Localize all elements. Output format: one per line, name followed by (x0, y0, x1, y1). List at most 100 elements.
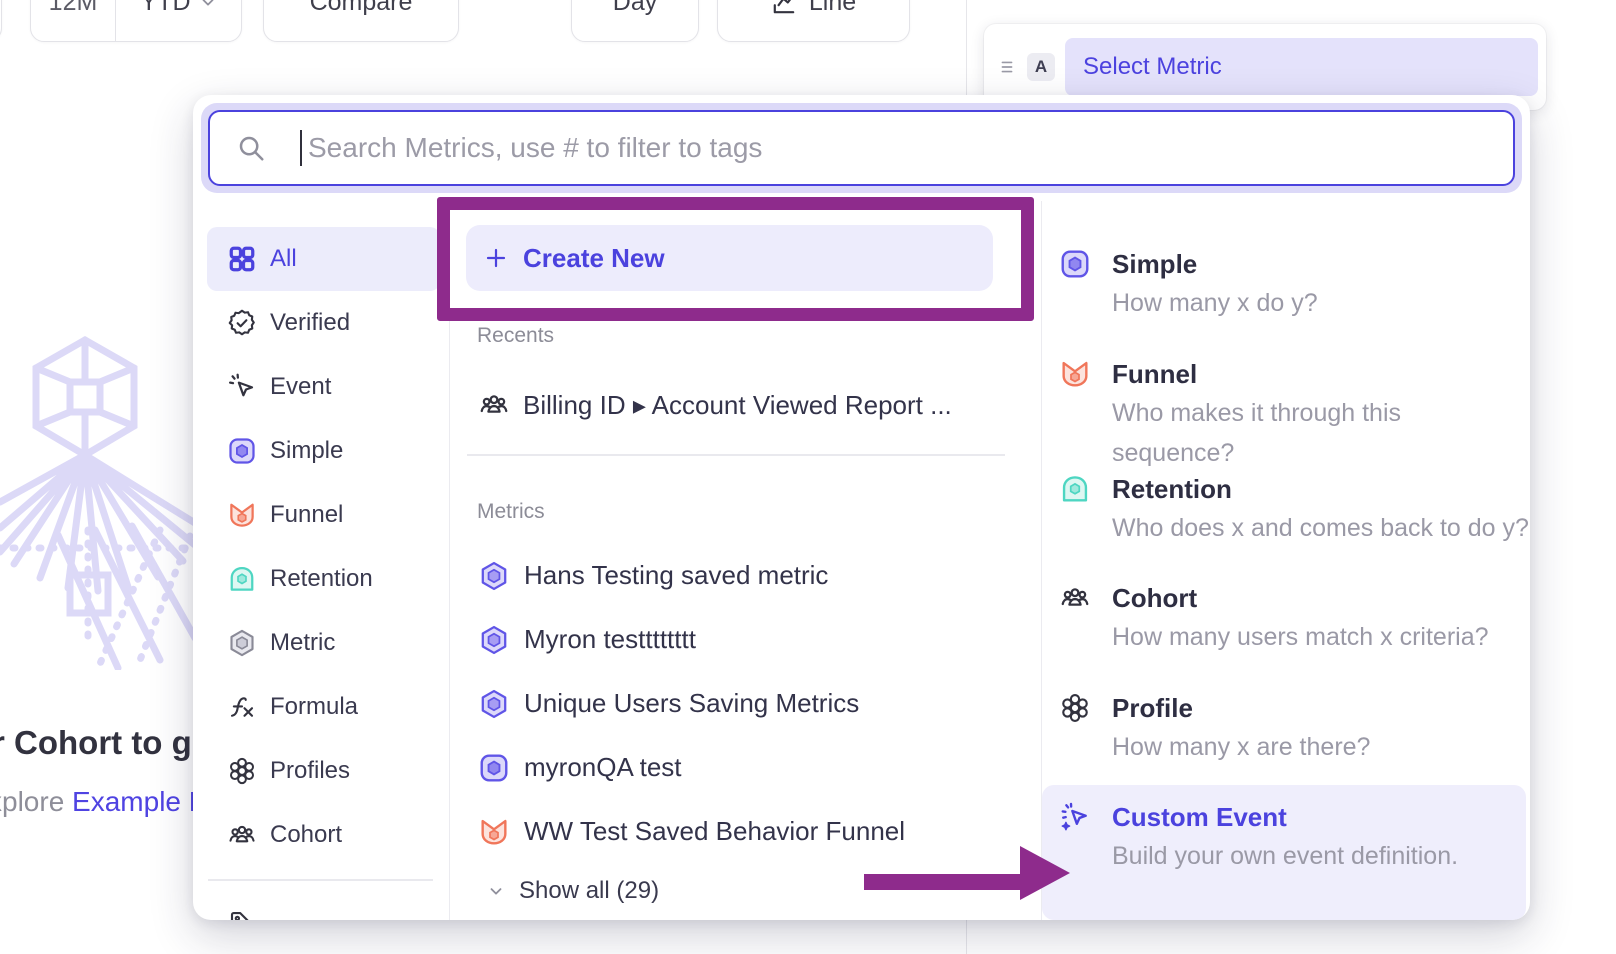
series-badge: A (1027, 53, 1055, 81)
metric-type-text: Retention Who does x and comes back to d… (1112, 470, 1529, 580)
category-label: Retention (270, 565, 373, 593)
recent-item-label: Billing ID ▸ Account Viewed Report ... (523, 390, 952, 421)
recents-section-label: Recents (477, 324, 554, 346)
saved-metric-label: Myron testttttttt (524, 624, 696, 655)
metric-type-title: Cohort (1112, 579, 1489, 617)
saved-metric-label: myronQA test (524, 752, 682, 783)
cohort-icon (1059, 582, 1091, 614)
metric-type-option[interactable]: Simple How many x do y? (1042, 245, 1530, 355)
category-item[interactable]: Formula (193, 675, 449, 739)
line-chart-icon (771, 0, 797, 16)
select-metric-button[interactable]: Select Metric (1065, 38, 1538, 96)
category-label: Profiles (270, 757, 350, 785)
category-item[interactable]: All (207, 227, 440, 291)
decorative-wireframe-graphic (0, 330, 195, 670)
clipped-toolbar-button[interactable] (0, 0, 2, 42)
cohort-icon (227, 820, 257, 850)
saved-metric-item[interactable]: myronQA test (450, 736, 1041, 800)
empty-state-explore-line: xplore Example B (0, 786, 207, 818)
list-divider (467, 454, 1005, 456)
metric-list-column: Create New Recents Billing ID ▸ Account … (450, 201, 1042, 920)
profiles-icon (227, 756, 257, 786)
metric-type-title: Simple (1112, 245, 1318, 283)
metric-type-option[interactable]: Custom Event Build your own event defini… (1042, 785, 1526, 920)
category-label: Simple (270, 437, 343, 465)
date-range-ytd-button[interactable]: YTD (116, 0, 241, 41)
saved-metric-item[interactable]: WW Test Saved Behavior Funnel (450, 800, 1041, 864)
explore-prefix: xplore (0, 786, 72, 817)
simple-icon (478, 752, 510, 784)
simple-icon (227, 436, 257, 466)
saved-metric-item[interactable]: Hans Testing saved metric (450, 544, 1041, 608)
text-cursor (300, 130, 302, 166)
date-range-12m-button[interactable]: 12M (31, 0, 116, 41)
category-label: All (270, 245, 297, 273)
select-metric-label: Select Metric (1083, 53, 1222, 81)
metric-type-option[interactable]: Profile How many x are there? (1042, 689, 1530, 799)
metric-purple-icon (478, 560, 510, 592)
search-focus-halo (201, 103, 1522, 193)
category-item[interactable]: Profiles (193, 739, 449, 803)
show-all-button[interactable]: Show all (29) (450, 864, 659, 918)
metric-purple-icon (478, 688, 510, 720)
metric-type-option[interactable]: Funnel Who makes it through this sequenc… (1042, 355, 1530, 470)
sidebar-divider (208, 879, 433, 881)
granularity-day-button[interactable]: Day (571, 0, 699, 42)
metric-type-option[interactable]: Retention Who does x and comes back to d… (1042, 470, 1530, 580)
metric-picker-panel: All Verified Event Simple (193, 95, 1530, 920)
saved-metric-label: WW Test Saved Behavior Funnel (524, 816, 905, 847)
saved-metric-item[interactable]: Unique Users Saving Metrics (450, 672, 1041, 736)
metric-type-text: Profile How many x are there? (1112, 689, 1370, 799)
metric-type-option[interactable]: Cohort How many users match x criteria? (1042, 579, 1530, 689)
category-item[interactable]: Retention (193, 547, 449, 611)
metric-type-description: How many x do y? (1112, 283, 1318, 323)
metric-type-title: Retention (1112, 470, 1529, 508)
category-item[interactable]: Verified (193, 291, 449, 355)
create-new-label: Create New (523, 243, 665, 274)
category-item-clipped[interactable] (193, 891, 449, 921)
cohort-icon (478, 389, 510, 421)
drag-handle-icon[interactable] (996, 56, 1018, 78)
date-range-segmented-control: 12M YTD (30, 0, 242, 42)
metric-type-title: Profile (1112, 689, 1370, 727)
metric-type-title: Custom Event (1112, 798, 1458, 836)
custom-event-icon (1059, 801, 1091, 833)
recent-item[interactable]: Billing ID ▸ Account Viewed Report ... (478, 385, 1041, 425)
metric-type-text: Simple How many x do y? (1112, 245, 1318, 355)
metrics-section-label: Metrics (477, 500, 545, 522)
category-item[interactable]: Cohort (193, 803, 449, 867)
funnel-icon (478, 816, 510, 848)
metric-type-column: Simple How many x do y? Funnel Who makes… (1042, 201, 1530, 920)
empty-state-headline: r Cohort to ge (0, 724, 210, 762)
category-item[interactable]: Funnel (193, 483, 449, 547)
example-link[interactable]: Example (72, 786, 181, 817)
create-new-button[interactable]: Create New (466, 225, 993, 291)
metric-type-description: How many users match x criteria? (1112, 617, 1489, 657)
chart-type-line-button[interactable]: Line (717, 0, 910, 42)
metric-type-text: Custom Event Build your own event defini… (1112, 798, 1458, 920)
metric-type-text: Cohort How many users match x criteria? (1112, 579, 1489, 689)
category-label: Event (270, 373, 331, 401)
formula-icon (227, 692, 257, 722)
category-label: Metric (270, 629, 335, 657)
metric-type-description: Build your own event definition. (1112, 836, 1458, 876)
category-sidebar: All Verified Event Simple (193, 201, 450, 920)
category-item[interactable]: Event (193, 355, 449, 419)
category-item[interactable]: Metric (193, 611, 449, 675)
category-label: Cohort (270, 821, 342, 849)
saved-metric-label: Unique Users Saving Metrics (524, 688, 859, 719)
metric-type-text: Funnel Who makes it through this sequenc… (1112, 355, 1530, 470)
category-item[interactable]: Simple (193, 419, 449, 483)
funnel-icon (227, 500, 257, 530)
simple-icon (1059, 248, 1091, 280)
profiles-icon (1059, 692, 1091, 724)
compare-button[interactable]: Compare (263, 0, 459, 42)
search-input[interactable] (306, 131, 1513, 165)
verified-icon (227, 308, 257, 338)
saved-metric-item[interactable]: Myron testttttttt (450, 608, 1041, 672)
all-icon (227, 244, 257, 274)
metric-type-description: How many x are there? (1112, 727, 1370, 767)
retention-icon (1059, 473, 1091, 505)
chevron-down-icon (199, 0, 217, 11)
metric-type-description: Who does x and comes back to do y? (1112, 508, 1529, 548)
